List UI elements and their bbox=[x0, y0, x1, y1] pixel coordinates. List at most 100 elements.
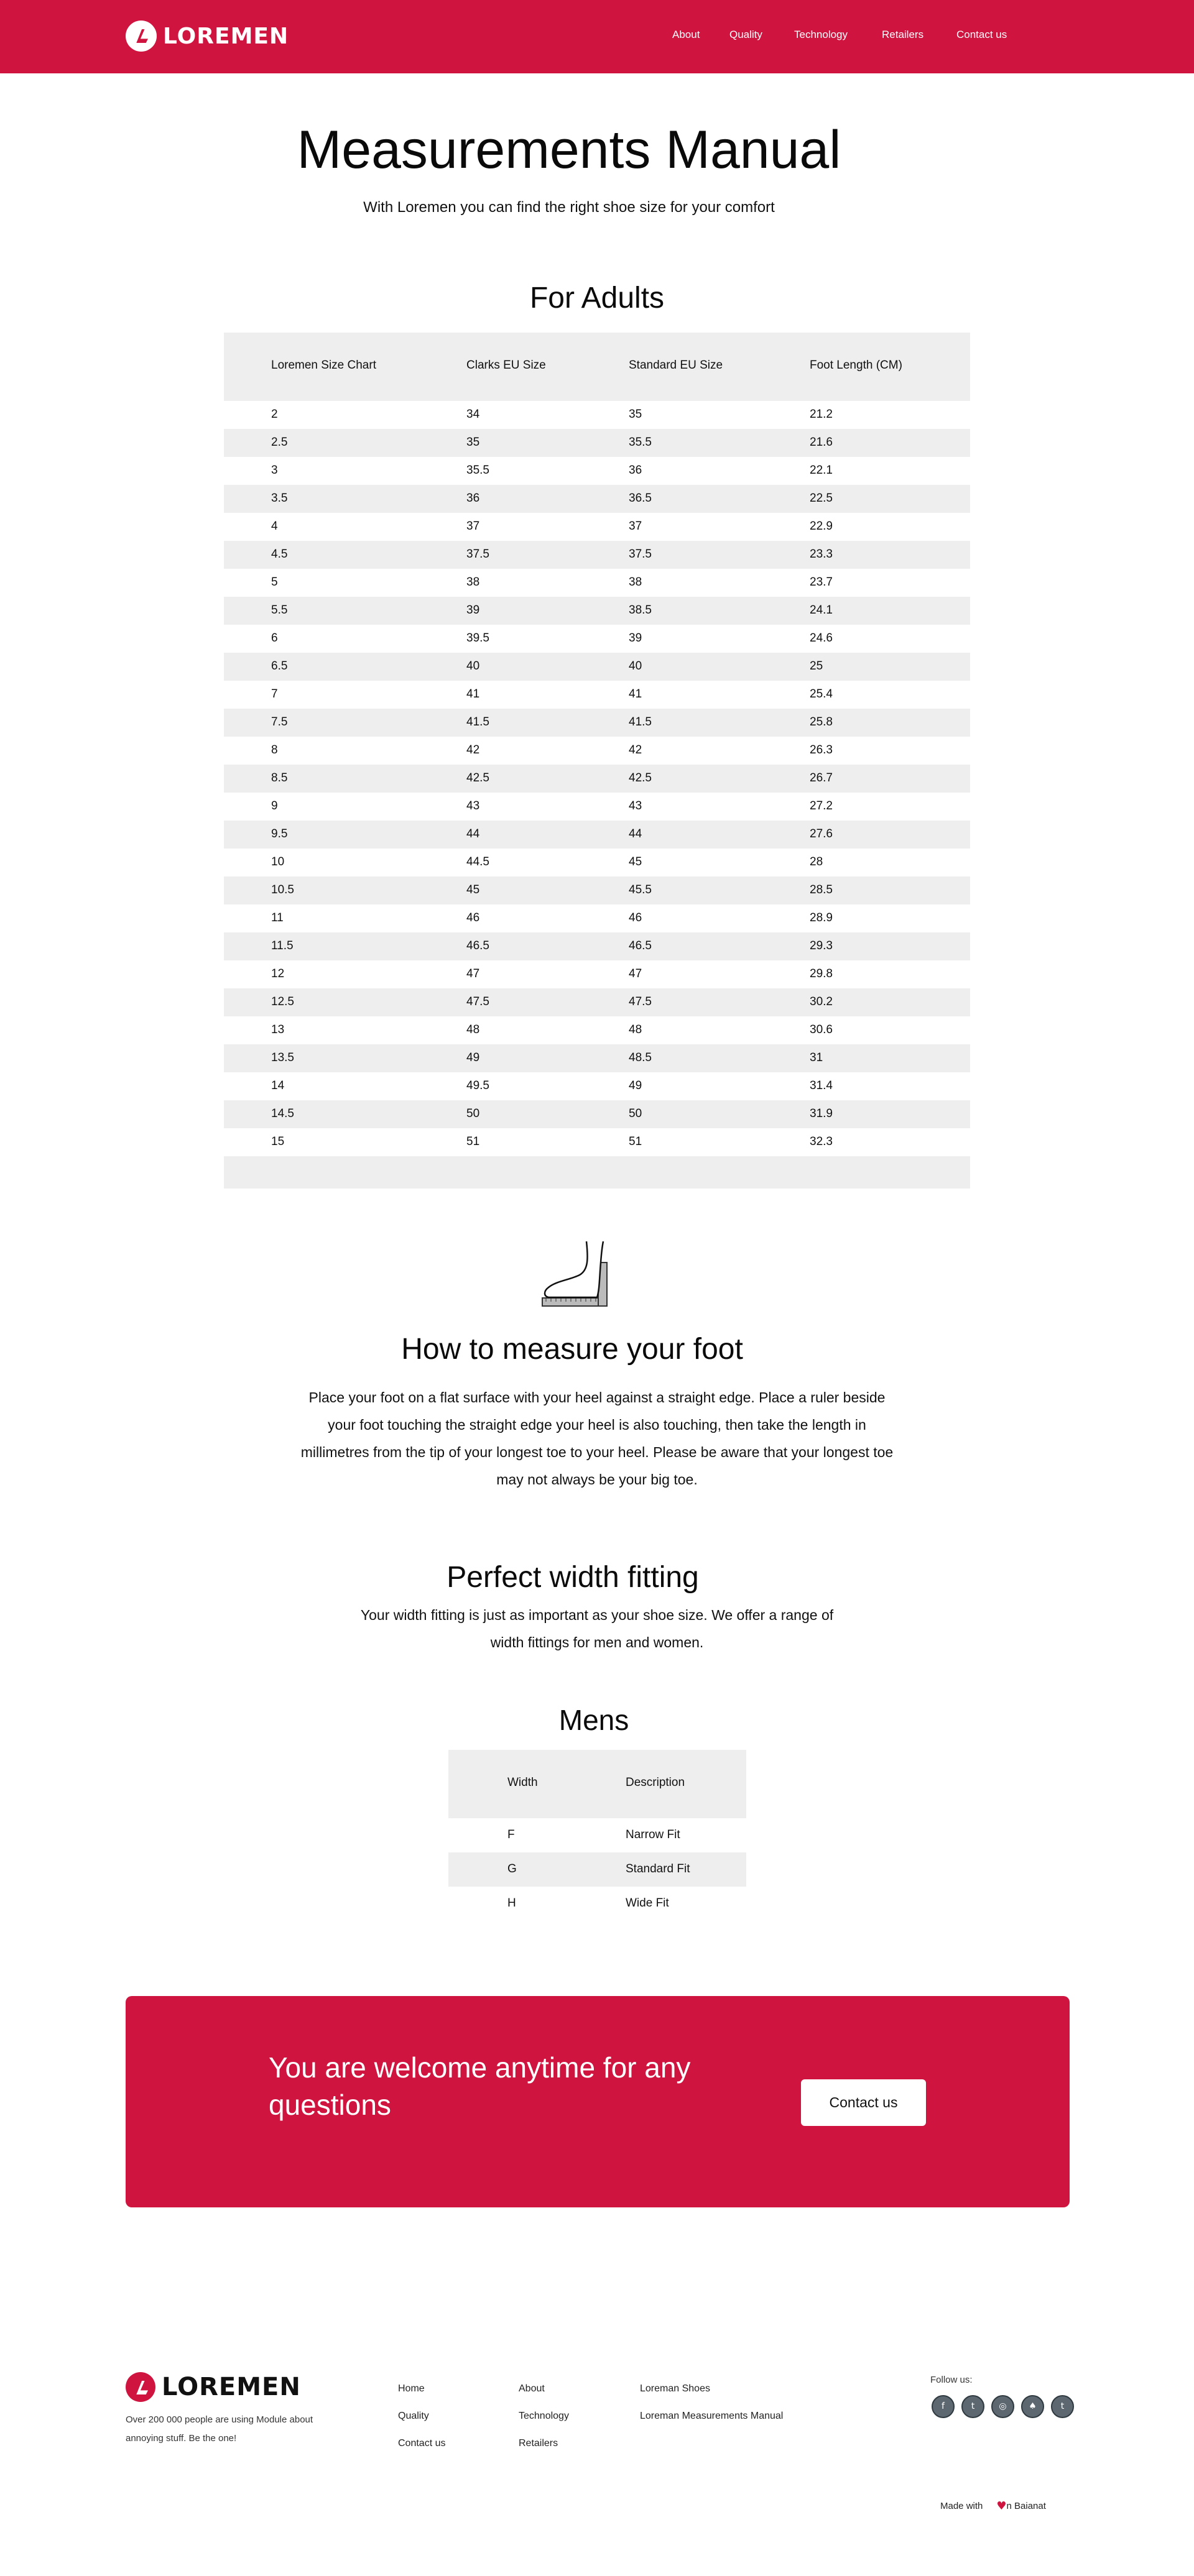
banner-text: You are welcome anytime for any question… bbox=[269, 2051, 691, 2121]
table-cell: 24.6 bbox=[810, 632, 833, 645]
table-cell: 25.4 bbox=[810, 688, 833, 701]
table-row: 8 42 42 26.3 bbox=[224, 737, 970, 765]
width-title: Perfect width fitting bbox=[447, 1561, 699, 1594]
table-cell: 25.8 bbox=[810, 715, 833, 729]
table-row: 12 47 47 29.8 bbox=[224, 960, 970, 988]
table-cell: 22.9 bbox=[810, 520, 833, 533]
table-cell: 46.5 bbox=[629, 939, 652, 952]
table-cell: 27.6 bbox=[810, 827, 833, 840]
instagram-icon[interactable]: ◎ bbox=[991, 2395, 1014, 2418]
footer-logo[interactable]: LOREMEN bbox=[126, 2371, 301, 2403]
table-row: 15 51 51 32.3 bbox=[224, 1128, 970, 1156]
table-cell: 3.5 bbox=[271, 492, 288, 505]
snapchat-icon[interactable]: ♠ bbox=[1021, 2395, 1044, 2418]
table-row: 10 44.5 45 28 bbox=[224, 849, 970, 876]
table-cell: 42 bbox=[466, 743, 480, 757]
footer-link-about[interactable]: About bbox=[519, 2383, 569, 2411]
table-cell: 30.2 bbox=[810, 995, 833, 1008]
table-cell: 49.5 bbox=[466, 1079, 489, 1092]
table-cell: 37.5 bbox=[629, 548, 652, 561]
nav-contact[interactable]: Contact us bbox=[956, 29, 1007, 41]
table-cell: 48.5 bbox=[629, 1051, 652, 1064]
table-cell: 46 bbox=[629, 911, 642, 924]
table-cell: 2 bbox=[271, 408, 278, 421]
table-cell: 45 bbox=[466, 883, 480, 896]
made-with-label: Made with bbox=[940, 2501, 983, 2511]
table-cell: 10 bbox=[271, 855, 285, 868]
table-cell: 14.5 bbox=[271, 1107, 294, 1120]
table-row: 11.5 46.5 46.5 29.3 bbox=[224, 932, 970, 960]
measure-title: How to measure your foot bbox=[401, 1333, 743, 1366]
table-row: 4 37 37 22.9 bbox=[224, 513, 970, 541]
table-cell: 4.5 bbox=[271, 548, 288, 561]
table-cell: G bbox=[507, 1862, 517, 1875]
adults-title: For Adults bbox=[529, 282, 665, 315]
table-cell: 51 bbox=[629, 1135, 642, 1148]
col-header: Standard EU Size bbox=[629, 359, 723, 372]
table-cell: 36 bbox=[629, 464, 642, 477]
table-cell: 38.5 bbox=[629, 604, 652, 617]
table-cell: 8.5 bbox=[271, 771, 288, 784]
table-cell: 45 bbox=[629, 855, 642, 868]
table-cell: 47 bbox=[466, 967, 480, 980]
col-header: Description bbox=[626, 1776, 685, 1789]
brand-logo[interactable]: LOREMEN bbox=[126, 21, 289, 52]
page-title: Measurements Manual bbox=[297, 120, 841, 180]
contact-button[interactable]: Contact us bbox=[801, 2079, 926, 2126]
facebook-icon[interactable]: f bbox=[932, 2395, 955, 2418]
table-cell: 45.5 bbox=[629, 883, 652, 896]
follow-label: Follow us: bbox=[930, 2375, 973, 2385]
table-cell: 5.5 bbox=[271, 604, 288, 617]
mens-title: Mens bbox=[558, 1704, 629, 1736]
brand-name: LOREMEN bbox=[163, 23, 289, 49]
footer-link-quality[interactable]: Quality bbox=[398, 2411, 445, 2438]
table-row: 3.5 36 36.5 22.5 bbox=[224, 485, 970, 513]
nav-quality[interactable]: Quality bbox=[729, 29, 762, 41]
table-cell: 12.5 bbox=[271, 995, 294, 1008]
twitter-icon[interactable]: t bbox=[1051, 2395, 1074, 2418]
logo-icon bbox=[126, 21, 157, 52]
footer-link-technology[interactable]: Technology bbox=[519, 2411, 569, 2438]
table-header: Width Description bbox=[448, 1750, 746, 1818]
table-cell: H bbox=[507, 1897, 516, 1910]
site-header: LOREMEN About Quality Technology Retaile… bbox=[0, 0, 1194, 73]
table-body: F Narrow Fit G Standard Fit H Wide Fit bbox=[448, 1818, 746, 1921]
table-cell: 2.5 bbox=[271, 436, 288, 449]
table-cell: 6 bbox=[271, 632, 278, 645]
table-cell: 37 bbox=[629, 520, 642, 533]
table-cell: 21.2 bbox=[810, 408, 833, 421]
nav-about[interactable]: About bbox=[672, 29, 700, 41]
table-row: H Wide Fit bbox=[448, 1887, 746, 1921]
table-cell: 6.5 bbox=[271, 660, 288, 673]
footer-link-contact[interactable]: Contact us bbox=[398, 2438, 445, 2465]
table-cell: 22.5 bbox=[810, 492, 833, 505]
table-cell: 44 bbox=[466, 827, 480, 840]
table-cell: 47 bbox=[629, 967, 642, 980]
footer-link-shoes[interactable]: Loreman Shoes bbox=[640, 2383, 783, 2411]
table-cell: 39 bbox=[629, 632, 642, 645]
table-cell: 40 bbox=[629, 660, 642, 673]
table-cell: 31.4 bbox=[810, 1079, 833, 1092]
table-cell: 12 bbox=[271, 967, 285, 980]
table-cell: 22.1 bbox=[810, 464, 833, 477]
table-cell: 23.7 bbox=[810, 576, 833, 589]
footer-link-manual[interactable]: Loreman Measurements Manual bbox=[640, 2411, 783, 2438]
table-cell: 37 bbox=[466, 520, 480, 533]
nav-retailers[interactable]: Retailers bbox=[882, 29, 923, 41]
twitter-icon[interactable]: t bbox=[961, 2395, 984, 2418]
nav-technology[interactable]: Technology bbox=[794, 29, 848, 41]
table-cell: 35.5 bbox=[629, 436, 652, 449]
footer-link-retailers[interactable]: Retailers bbox=[519, 2438, 569, 2465]
table-cell: F bbox=[507, 1828, 515, 1841]
footer-link-home[interactable]: Home bbox=[398, 2383, 445, 2411]
table-cell: 14 bbox=[271, 1079, 285, 1092]
table-row: 3 35.5 36 22.1 bbox=[224, 457, 970, 485]
table-row: 13.5 49 48.5 31 bbox=[224, 1044, 970, 1072]
table-row: 8.5 42.5 42.5 26.7 bbox=[224, 765, 970, 793]
table-cell: 37.5 bbox=[466, 548, 489, 561]
table-row: 7 41 41 25.4 bbox=[224, 681, 970, 709]
footer-links-1: Home Quality Contact us bbox=[398, 2383, 445, 2465]
table-cell: Narrow Fit bbox=[626, 1828, 680, 1841]
table-cell: 25 bbox=[810, 660, 823, 673]
table-cell: 41 bbox=[466, 688, 480, 701]
